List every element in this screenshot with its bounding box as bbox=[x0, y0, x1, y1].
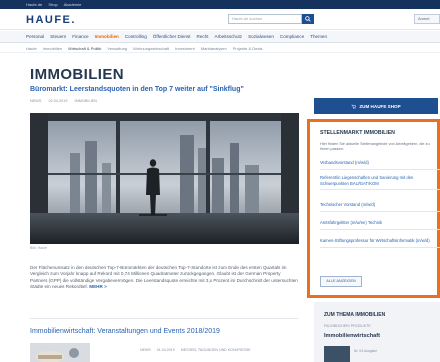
subnav-item[interactable]: Marktanalysen bbox=[201, 46, 227, 51]
nav-item-recht[interactable]: Recht bbox=[197, 34, 209, 39]
job-listing-item[interactable]: Referent/in Liegenschaften und Sanierung… bbox=[320, 175, 440, 191]
nav-item-sozialwesen[interactable]: Sozialwesen bbox=[248, 34, 274, 39]
login-button[interactable]: Anmel bbox=[414, 14, 440, 24]
top-utility-bar: Haufe.de Shop Akademie bbox=[0, 0, 440, 9]
job-listing-item[interactable]: Kamen-Stiftungsprofessur für Wirtschafts… bbox=[320, 238, 440, 248]
topic-box-subtitle: FACHBÜCHER/ PRODUKTE bbox=[324, 324, 371, 328]
topbar-link-shop[interactable]: Shop bbox=[48, 2, 57, 7]
page: Haufe.de Shop Akademie HAUFE. Haufe.de s… bbox=[0, 0, 440, 362]
event-image bbox=[30, 343, 90, 362]
topic-box: ZUM THEMA IMMOBILIEN FACHBÜCHER/ PRODUKT… bbox=[314, 302, 440, 362]
article-category: IMMOBILIEN bbox=[74, 99, 97, 103]
article-headline[interactable]: Büromarkt: Leerstandsquoten in den Top 7… bbox=[30, 86, 244, 93]
nav-item-steuern[interactable]: Steuern bbox=[50, 34, 66, 39]
job-listing-item[interactable]: Amtsfahrgelitter (m/w/ee) Technik bbox=[320, 220, 440, 230]
topic-product-link[interactable]: Immobilienwirtschaft bbox=[324, 333, 380, 339]
page-title: IMMOBILIEN bbox=[30, 66, 124, 83]
article2-type: NEWS bbox=[140, 348, 151, 352]
site-header: HAUFE. Haufe.de suchen Anmel bbox=[0, 9, 440, 30]
subnav-item[interactable]: Wohnungswirtschaft bbox=[133, 46, 169, 51]
article-excerpt: Der Flächenumsatz in den deutschen Top-7… bbox=[30, 265, 298, 291]
subnav-item[interactable]: Verwaltung bbox=[107, 46, 127, 51]
topbar-link-haufe[interactable]: Haufe.de bbox=[26, 2, 42, 7]
cart-icon bbox=[351, 104, 357, 109]
topic-box-title: ZUM THEMA IMMOBILIEN bbox=[324, 312, 386, 318]
shop-button-label: ZUM HAUFE SHOP bbox=[359, 103, 401, 109]
shop-button[interactable]: ZUM HAUFE SHOP bbox=[314, 98, 438, 114]
article2-meta: NEWS 01.04.2019 MESSEN, TAGUNGEN UND KON… bbox=[140, 348, 256, 352]
article2-thumbnail[interactable] bbox=[30, 343, 90, 362]
topbar-link-akademie[interactable]: Akademie bbox=[64, 2, 82, 7]
subnav-item[interactable]: Projekte & Deals bbox=[233, 46, 263, 51]
subnav-item[interactable]: Investment bbox=[175, 46, 195, 51]
main-nav: Personal Steuern Finance Immobilien Cont… bbox=[0, 31, 440, 43]
nav-item-compliance[interactable]: Compliance bbox=[280, 34, 304, 39]
article-date: 02.04.2019 bbox=[48, 99, 68, 103]
image-caption: Bild: Haufe bbox=[30, 246, 48, 250]
article-meta: NEWS 02.04.2019 IMMOBILIEN bbox=[30, 99, 103, 103]
article2-headline[interactable]: Immobilienwirtschaft: Veranstaltungen un… bbox=[30, 328, 220, 335]
jobs-box-intro: Hier finden Sie aktuelle Stellenangebote… bbox=[320, 142, 430, 151]
search-button[interactable] bbox=[302, 14, 314, 24]
nav-item-oeffentlicher-dienst[interactable]: Öffentlicher Dienst bbox=[153, 34, 191, 39]
subnav-item[interactable]: Wirtschaft & Politik bbox=[68, 46, 101, 51]
article2-category: MESSEN, TAGUNGEN UND KONGRESSE bbox=[180, 348, 251, 352]
jobs-box-title: STELLENMARKT IMMOBILIEN bbox=[320, 130, 395, 136]
breadcrumb: Haufe Immobilien Wirtschaft & Politik Ve… bbox=[0, 44, 440, 53]
haufe-logo[interactable]: HAUFE. bbox=[26, 14, 76, 26]
nav-item-themen[interactable]: Themen bbox=[310, 34, 327, 39]
product-thumbnail-text: Nr. 04 Ausgabe bbox=[354, 349, 378, 353]
more-link[interactable]: MEHR > bbox=[89, 284, 107, 289]
nav-item-immobilien[interactable]: Immobilien bbox=[95, 34, 119, 39]
divider bbox=[30, 318, 298, 319]
article-hero-image[interactable] bbox=[30, 113, 299, 244]
show-all-jobs-button[interactable]: ALLE ANZEIGEN bbox=[320, 276, 362, 287]
jobs-box: STELLENMARKT IMMOBILIEN Hier finden Sie … bbox=[307, 119, 440, 298]
job-listing-item[interactable]: Verbandsvorstand (m/w/d) bbox=[320, 160, 440, 170]
nav-item-personal[interactable]: Personal bbox=[26, 34, 44, 39]
article-type: NEWS bbox=[30, 99, 42, 103]
breadcrumb-item[interactable]: Haufe bbox=[26, 46, 37, 51]
search-icon bbox=[305, 16, 311, 22]
breadcrumb-item[interactable]: Immobilien bbox=[43, 46, 62, 51]
search-input[interactable]: Haufe.de suchen bbox=[228, 14, 302, 24]
nav-item-finance[interactable]: Finance bbox=[72, 34, 88, 39]
product-thumbnail[interactable] bbox=[324, 346, 350, 362]
city-skyline-image bbox=[30, 113, 299, 244]
job-listing-item[interactable]: Technischer Vorstand (m/w/d) bbox=[320, 202, 440, 212]
article2-date: 01.04.2019 bbox=[156, 348, 175, 352]
article-excerpt-text: Der Flächenumsatz in den deutschen Top-7… bbox=[30, 265, 298, 290]
nav-item-controlling[interactable]: Controlling bbox=[125, 34, 147, 39]
nav-item-arbeitsschutz[interactable]: Arbeitsschutz bbox=[215, 34, 243, 39]
